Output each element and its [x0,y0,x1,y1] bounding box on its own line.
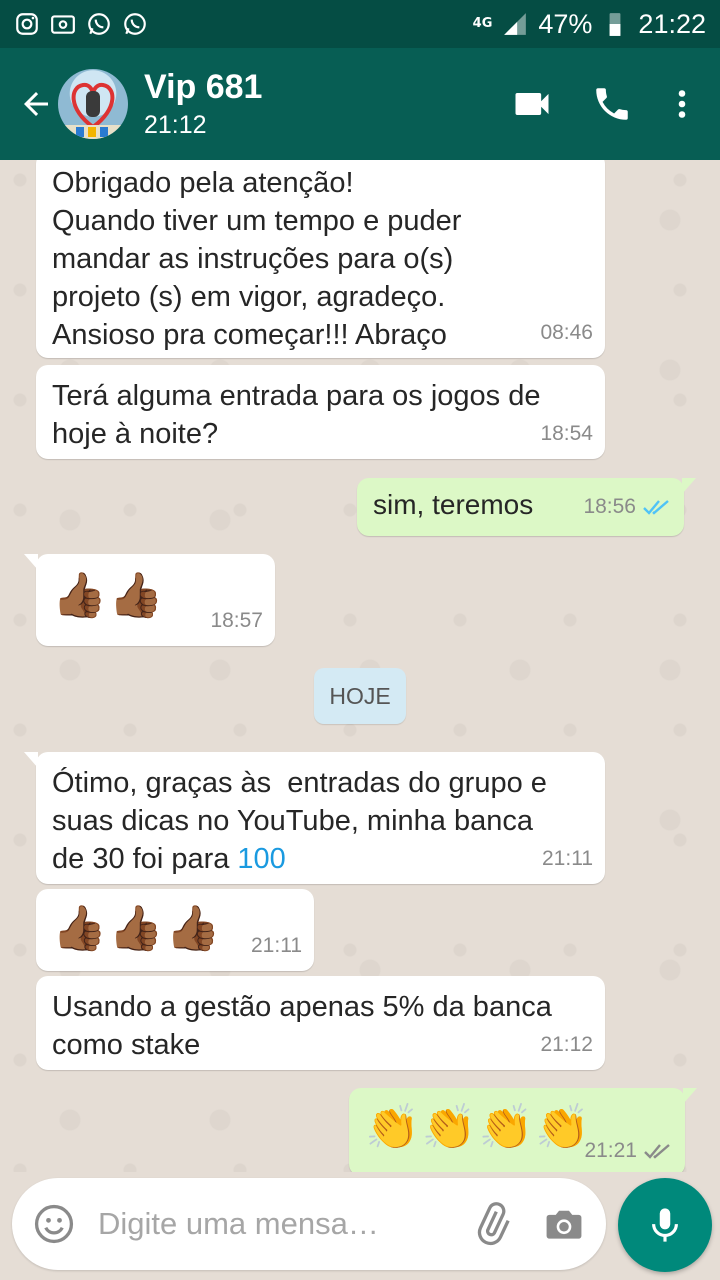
emoji-thumbs-up: 👍🏾👍🏾👍🏾 [52,903,223,954]
battery-percent: 47% [538,8,593,39]
chat-header: Vip 681 21:12 [0,48,720,160]
battery-icon [610,13,621,36]
contact-info[interactable]: Vip 681 21:12 [144,68,492,140]
microphone-icon [652,1208,678,1242]
double-check-read-icon [643,500,669,515]
phone-icon [596,88,628,120]
double-check-delivered-icon [644,1144,670,1159]
message-time: 21:11 [542,847,593,870]
message-time: 18:54 [540,422,593,445]
more-options-button[interactable] [652,64,712,144]
message-text: Obrigado pela atenção! Quando tiver um t… [52,167,462,351]
date-separator: HOJE [314,668,406,724]
attach-button[interactable] [468,1200,516,1248]
avatar[interactable] [58,69,128,139]
instagram-icon [16,13,38,35]
message-incoming[interactable]: Obrigado pela atenção! Quando tiver um t… [36,160,605,358]
back-button[interactable] [6,74,66,134]
message-text: Ótimo, graças às entradas do grupo e sua… [52,764,589,878]
message-time: 21:11 [251,934,302,957]
message-input[interactable]: Digite uma mensa… [98,1206,468,1242]
contact-name: Vip 681 [144,68,263,106]
message-outgoing[interactable]: 👏👏👏👏 21:21 [349,1088,697,1172]
message-outgoing[interactable]: sim, teremos 18:56 [357,478,696,536]
last-seen: 21:12 [144,111,207,139]
message-incoming[interactable]: Terá alguma entrada para os jogos de hoj… [36,365,605,459]
system-status: 4G 47% 21:22 [473,9,706,40]
message-incoming[interactable]: 👍🏾👍🏾👍🏾 21:11 [36,889,314,971]
whatsapp-icon [124,13,146,35]
message-text: Usando a gestão apenas 5% da banca como … [52,991,552,1061]
message-list[interactable]: Obrigado pela atenção! Quando tiver um t… [0,160,720,1172]
arrow-back-icon [24,92,48,116]
smiley-icon [34,1204,74,1244]
message-time: 08:46 [540,321,593,344]
voice-record-button[interactable] [618,1178,712,1272]
video-call-button[interactable] [492,64,572,144]
email-app-icon [51,15,75,34]
message-time: 21:21 [584,1139,637,1162]
clock: 21:22 [638,8,706,39]
message-text: Terá alguma entrada para os jogos de hoj… [52,380,541,450]
paperclip-icon [477,1202,510,1246]
message-meta: 21:21 [584,1132,673,1170]
camera-icon [546,1210,582,1239]
whatsapp-icon [88,13,110,35]
message-meta: 18:56 [583,488,672,526]
message-time: 18:57 [210,609,263,632]
emoji-thumbs-up: 👍🏾👍🏾 [52,570,166,621]
status-bar: 4G 47% 21:22 [0,0,720,48]
emoji-button[interactable] [30,1200,78,1248]
phone-number-link[interactable]: 100 [237,843,285,875]
video-camera-icon [515,93,549,115]
voice-call-button[interactable] [572,64,652,144]
message-time: 21:12 [540,1033,593,1056]
emoji-clapping-hands: 👏👏👏👏 [365,1102,593,1153]
signal-icon [504,13,527,35]
more-vert-icon [678,90,686,118]
camera-button[interactable] [540,1200,588,1248]
notification-icons [14,11,148,37]
message-text-body: Ótimo, graças às entradas do grupo e sua… [52,767,547,875]
message-incoming[interactable]: Usando a gestão apenas 5% da banca como … [36,976,605,1070]
message-composer: Digite uma mensa… [12,1178,606,1270]
avatar-image [58,82,128,139]
message-incoming[interactable]: Ótimo, graças às entradas do grupo e sua… [24,752,605,884]
network-type: 4G [472,16,493,31]
message-incoming[interactable]: 👍🏾👍🏾 18:57 [24,554,275,646]
message-time: 18:56 [583,495,636,518]
